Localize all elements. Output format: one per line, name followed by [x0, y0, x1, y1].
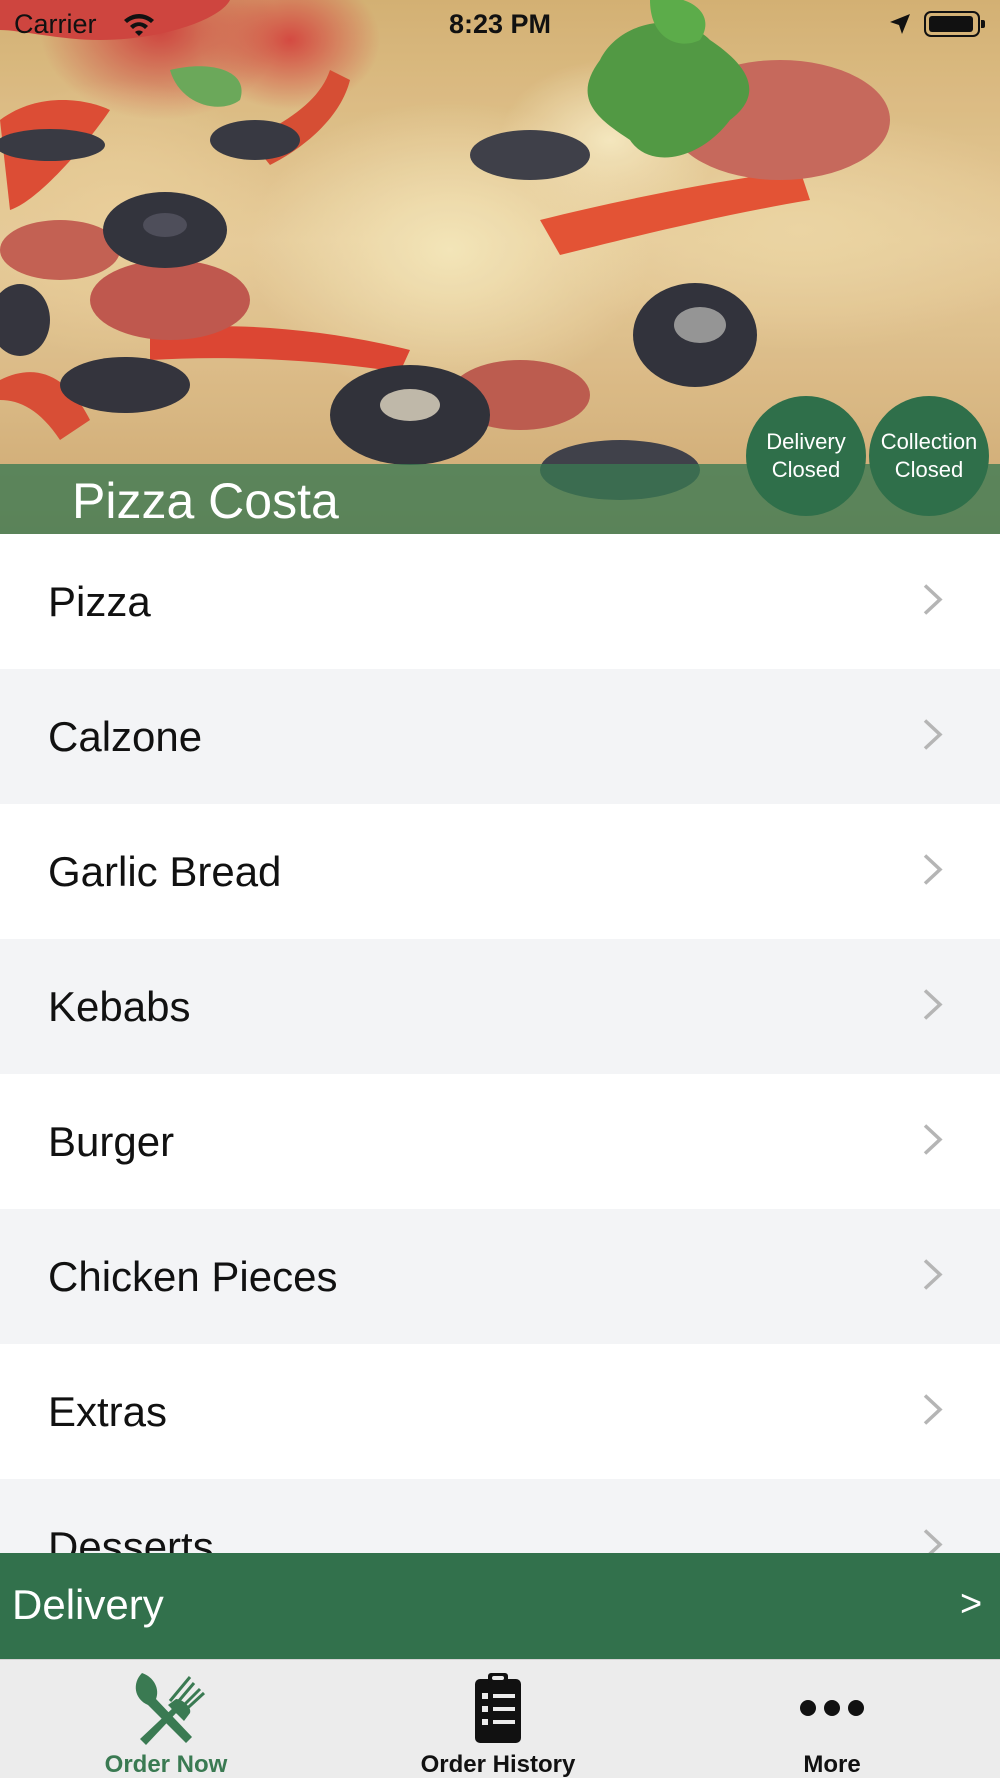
- tab-bar: Order Now Order History More: [0, 1659, 1000, 1778]
- category-item-burger[interactable]: Burger: [0, 1074, 1000, 1209]
- category-item-pizza[interactable]: Pizza: [0, 534, 1000, 669]
- chevron-right-icon: [922, 717, 944, 756]
- delivery-status-line1: Delivery: [766, 429, 846, 454]
- category-label: Kebabs: [48, 982, 191, 1030]
- chevron-right-icon: [922, 1392, 944, 1431]
- category-label: Desserts: [48, 1522, 214, 1554]
- category-item-desserts[interactable]: Desserts: [0, 1479, 1000, 1553]
- category-list: Pizza Calzone Garlic Bread Kebabs Burger…: [0, 534, 1000, 1553]
- more-dots-icon: [800, 1669, 864, 1747]
- tab-order-history-label: Order History: [420, 1751, 576, 1778]
- category-label: Extras: [48, 1387, 168, 1435]
- order-mode-bar[interactable]: Delivery >: [0, 1553, 1000, 1659]
- order-mode-label: Delivery: [12, 1581, 164, 1628]
- order-mode-arrow: >: [960, 1583, 983, 1625]
- chevron-right-icon: [922, 1122, 944, 1161]
- tab-order-history[interactable]: Order History: [398, 1660, 598, 1778]
- collection-status-badge: Collection Closed: [869, 396, 989, 516]
- category-label: Burger: [48, 1117, 175, 1165]
- delivery-status-badge: Delivery Closed: [746, 396, 866, 516]
- fork-knife-icon: [126, 1669, 206, 1747]
- tab-more-label: More: [803, 1751, 861, 1778]
- collection-status-line1: Collection: [880, 429, 978, 454]
- category-label: Garlic Bread: [48, 847, 282, 895]
- clock: 8:23 PM: [448, 9, 552, 39]
- category-item-chicken-pieces[interactable]: Chicken Pieces: [0, 1209, 1000, 1344]
- collection-status-line2: Closed: [894, 457, 964, 482]
- restaurant-name: Pizza Costa: [72, 473, 339, 529]
- category-label: Chicken Pieces: [48, 1252, 338, 1300]
- status-bar: Carrier 8:23 PM: [0, 0, 1000, 50]
- clipboard-list-icon: [473, 1669, 523, 1747]
- chevron-right-icon: [922, 1527, 944, 1553]
- location-arrow-icon: [888, 12, 912, 43]
- category-label: Calzone: [48, 712, 203, 760]
- category-item-garlic-bread[interactable]: Garlic Bread: [0, 804, 1000, 939]
- tab-more[interactable]: More: [732, 1660, 932, 1778]
- chevron-right-icon: [922, 987, 944, 1026]
- chevron-right-icon: [922, 1257, 944, 1296]
- tab-order-now-label: Order Now: [104, 1751, 228, 1778]
- tab-order-now[interactable]: Order Now: [66, 1660, 266, 1778]
- category-label: Pizza: [48, 577, 151, 625]
- chevron-right-icon: [922, 852, 944, 891]
- chevron-right-icon: [922, 582, 944, 621]
- battery-icon: [924, 11, 985, 37]
- category-item-calzone[interactable]: Calzone: [0, 669, 1000, 804]
- category-item-kebabs[interactable]: Kebabs: [0, 939, 1000, 1074]
- category-item-extras[interactable]: Extras: [0, 1344, 1000, 1479]
- delivery-status-line2: Closed: [771, 457, 841, 482]
